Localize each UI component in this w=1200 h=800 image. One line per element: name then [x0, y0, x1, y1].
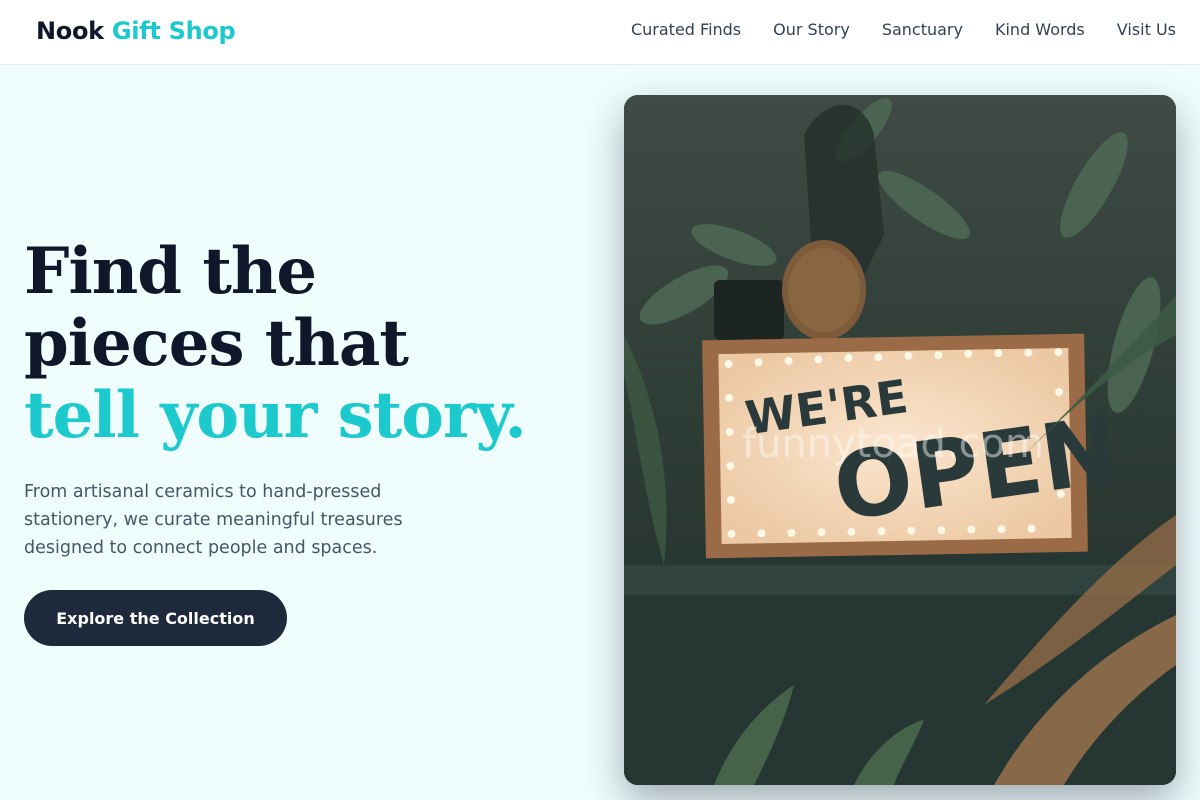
nav-link-sanctuary[interactable]: Sanctuary — [882, 19, 963, 41]
top-navigation-bar: Nook Gift Shop Curated Finds Our Story S… — [0, 0, 1200, 65]
nav-link-visit-us[interactable]: Visit Us — [1117, 19, 1176, 41]
brand-name-accent: Gift Shop — [111, 17, 236, 45]
hero-headline: Find the pieces that tell your story. — [24, 236, 544, 452]
hero-photo-open-sign: WE'RE OPEN funnytoad.com — [624, 95, 1176, 785]
headline-accent-text: tell your story. — [24, 378, 527, 453]
brand-name-primary: Nook — [36, 17, 104, 45]
explore-collection-button[interactable]: Explore the Collection — [24, 590, 287, 646]
nav-link-curated-finds[interactable]: Curated Finds — [631, 19, 741, 41]
nav-link-our-story[interactable]: Our Story — [773, 19, 850, 41]
hero-description: From artisanal ceramics to hand-pressed … — [24, 482, 403, 558]
open-sign: WE'RE OPEN funnytoad.com — [702, 333, 1125, 559]
hero-section: Find the pieces that tell your story. Fr… — [24, 236, 544, 562]
main-nav: Curated Finds Our Story Sanctuary Kind W… — [631, 19, 1176, 41]
brand-logo[interactable]: Nook Gift Shop — [36, 16, 236, 46]
photo-watermark: funnytoad.com — [742, 421, 1044, 467]
flower-pot-left — [714, 280, 784, 340]
headline-main-text: Find the pieces that — [24, 234, 409, 381]
nav-link-kind-words[interactable]: Kind Words — [995, 19, 1085, 41]
open-sign-illustration: WE'RE OPEN funnytoad.com — [624, 95, 1176, 785]
